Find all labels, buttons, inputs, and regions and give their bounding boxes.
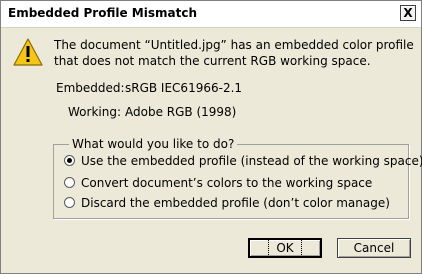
radio-button-icon[interactable] (64, 177, 75, 188)
mismatch-message: The document “Untitled.jpg” has an embed… (54, 38, 414, 68)
embedded-profile-value: sRGB IEC61966-2.1 (125, 81, 243, 95)
title-bar[interactable]: Embedded Profile Mismatch X (1, 1, 421, 28)
warning-icon (13, 38, 43, 66)
ok-button[interactable]: OK (248, 238, 322, 258)
radio-label[interactable]: Convert document’s colors to the working… (81, 175, 372, 191)
radio-button-icon[interactable] (64, 155, 75, 166)
embedded-label: Embedded: (56, 81, 125, 95)
close-button[interactable]: X (400, 5, 416, 21)
radio-label[interactable]: Discard the embedded profile (don’t colo… (81, 195, 390, 211)
radio-label[interactable]: Use the embedded profile (instead of the… (81, 153, 422, 169)
working-label: Working: (68, 105, 121, 119)
dialog-window: Embedded Profile Mismatch X The document… (0, 0, 422, 274)
cancel-button[interactable]: Cancel (337, 238, 411, 258)
ok-button-label: OK (268, 239, 302, 257)
radio-button-icon[interactable] (64, 197, 75, 208)
options-legend: What would you like to do? (69, 137, 238, 151)
working-profile-value: Adobe RGB (1998) (125, 105, 237, 119)
dialog-title: Embedded Profile Mismatch (8, 6, 197, 20)
